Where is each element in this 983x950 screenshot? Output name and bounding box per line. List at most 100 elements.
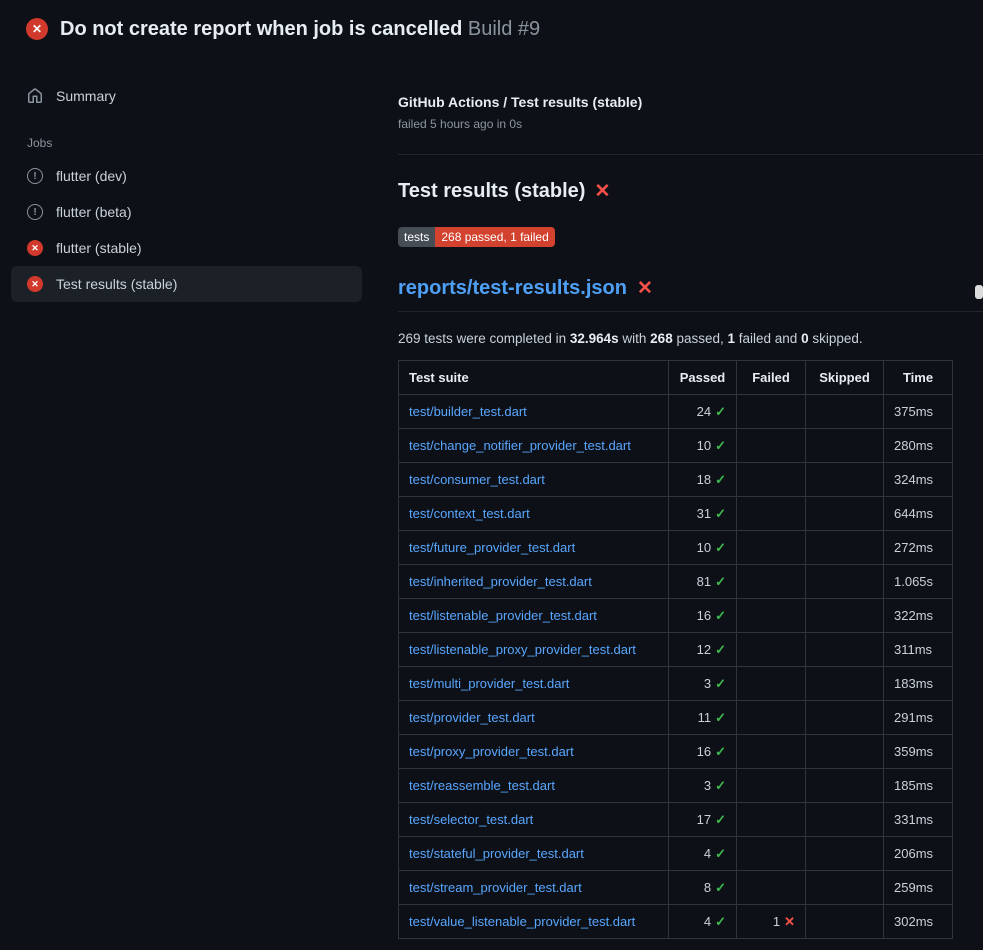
suite-cell: test/listenable_proxy_provider_test.dart <box>399 633 669 667</box>
suite-cell: test/stream_provider_test.dart <box>399 871 669 905</box>
failed-cell <box>737 531 806 565</box>
table-row: test/builder_test.dart24✓375ms <box>399 395 953 429</box>
sidebar-item-flutter-beta[interactable]: ! flutter (beta) <box>11 194 362 230</box>
cancelled-icon: ! <box>27 204 43 220</box>
col-header-skipped: Skipped <box>806 361 884 395</box>
check-icon: ✓ <box>715 676 726 691</box>
suite-link[interactable]: test/stateful_provider_test.dart <box>409 846 584 861</box>
skipped-cell <box>806 395 884 429</box>
table-row: test/future_provider_test.dart 10 ✓ 272ms <box>399 531 953 565</box>
badge-value: 268 passed, 1 failed <box>435 227 554 247</box>
time-cell: 291ms <box>884 701 953 735</box>
suite-link[interactable]: test/multi_provider_test.dart <box>409 676 569 691</box>
table-row: test/stream_provider_test.dart8✓259ms <box>399 871 953 905</box>
passed-cell: 4✓ <box>669 905 737 939</box>
suite-cell: test/context_test.dart <box>399 497 669 531</box>
check-icon: ✓ <box>715 846 726 861</box>
suite-link[interactable]: test/stream_provider_test.dart <box>409 880 582 895</box>
passed-cell: 12 ✓ <box>669 633 737 667</box>
check-icon: ✓ <box>715 642 726 657</box>
page-title: Do not create report when job is cancell… <box>60 17 540 41</box>
col-header-suite: Test suite <box>399 361 669 395</box>
sidebar-item-label: Summary <box>56 88 116 104</box>
passed-cell-count: 18 <box>697 472 711 487</box>
skipped-cell <box>806 735 884 769</box>
passed-cell-count: 4 <box>704 914 711 929</box>
sidebar-item-label: flutter (stable) <box>56 240 142 256</box>
suite-link[interactable]: test/selector_test.dart <box>409 812 533 827</box>
cross-icon: ✕ <box>784 914 795 929</box>
check-icon: ✓ <box>715 472 726 487</box>
suite-link[interactable]: test/context_test.dart <box>409 506 530 521</box>
check-icon: ✓ <box>715 438 726 453</box>
results-table-body: test/builder_test.dart24✓375mstest/chang… <box>399 395 953 939</box>
scrollbar-thumb[interactable] <box>975 285 983 299</box>
report-title: reports/test-results.json ✕ <box>398 277 983 312</box>
suite-link[interactable]: test/reassemble_test.dart <box>409 778 555 793</box>
failed-cell <box>737 735 806 769</box>
suite-cell: test/change_notifier_provider_test.dart <box>399 429 669 463</box>
passed-cell: 16✓ <box>669 735 737 769</box>
failed-cell <box>737 599 806 633</box>
table-row: test/reassemble_test.dart3✓185ms <box>399 769 953 803</box>
failed-x-icon: ✕ <box>637 279 653 298</box>
passed-cell-count: 12 <box>697 642 711 657</box>
run-header: ✕ Do not create report when job is cance… <box>0 0 983 54</box>
sidebar-item-flutter-stable[interactable]: ✕ flutter (stable) <box>11 230 362 266</box>
skipped-cell <box>806 463 884 497</box>
time-cell: 259ms <box>884 871 953 905</box>
failed-cell <box>737 837 806 871</box>
skipped-cell <box>806 633 884 667</box>
report-link[interactable]: reports/test-results.json <box>398 277 627 300</box>
section-title-text: Test results (stable) <box>398 180 585 203</box>
suite-cell: test/value_listenable_provider_test.dart <box>399 905 669 939</box>
suite-link[interactable]: test/future_provider_test.dart <box>409 540 575 555</box>
suite-cell: test/listenable_provider_test.dart <box>399 599 669 633</box>
time-cell: 331ms <box>884 803 953 837</box>
table-row: test/stateful_provider_test.dart4✓206ms <box>399 837 953 871</box>
table-row: test/proxy_provider_test.dart16✓359ms <box>399 735 953 769</box>
sidebar-item-flutter-dev[interactable]: ! flutter (dev) <box>11 158 362 194</box>
jobs-heading: Jobs <box>11 114 362 158</box>
passed-cell: 10 ✓ <box>669 531 737 565</box>
summary-duration: 32.964s <box>570 331 619 346</box>
check-icon: ✓ <box>715 404 726 419</box>
table-row: test/consumer_test.dart18✓324ms <box>399 463 953 497</box>
failed-cell <box>737 463 806 497</box>
skipped-cell <box>806 871 884 905</box>
time-cell: 322ms <box>884 599 953 633</box>
check-icon: ✓ <box>715 540 726 555</box>
sidebar-item-summary[interactable]: Summary <box>11 78 362 114</box>
suite-cell: test/consumer_test.dart <box>399 463 669 497</box>
passed-cell-count: 16 <box>697 608 711 623</box>
passed-cell: 81✓ <box>669 565 737 599</box>
skipped-cell <box>806 599 884 633</box>
passed-cell: 3✓ <box>669 667 737 701</box>
time-cell: 272ms <box>884 531 953 565</box>
suite-link[interactable]: test/inherited_provider_test.dart <box>409 574 592 589</box>
suite-link[interactable]: test/proxy_provider_test.dart <box>409 744 574 759</box>
col-header-time: Time <box>884 361 953 395</box>
suite-link[interactable]: test/consumer_test.dart <box>409 472 545 487</box>
time-cell: 375ms <box>884 395 953 429</box>
sidebar-item-label: flutter (dev) <box>56 168 127 184</box>
suite-link[interactable]: test/change_notifier_provider_test.dart <box>409 438 631 453</box>
skipped-cell <box>806 531 884 565</box>
summary-failed: 1 <box>728 331 736 346</box>
failed-cell <box>737 701 806 735</box>
failed-cell <box>737 803 806 837</box>
failed-cell <box>737 667 806 701</box>
suite-link[interactable]: test/listenable_provider_test.dart <box>409 608 597 623</box>
suite-link[interactable]: test/provider_test.dart <box>409 710 535 725</box>
check-icon: ✓ <box>715 574 726 589</box>
suite-link[interactable]: test/listenable_proxy_provider_test.dart <box>409 642 636 657</box>
breadcrumb[interactable]: GitHub Actions / Test results (stable) <box>398 94 983 110</box>
skipped-cell <box>806 837 884 871</box>
section-title: Test results (stable) ✕ <box>398 180 983 203</box>
sidebar-item-test-results-stable[interactable]: ✕ Test results (stable) <box>11 266 362 302</box>
suite-link[interactable]: test/value_listenable_provider_test.dart <box>409 914 635 929</box>
passed-cell-count: 10 <box>697 540 711 555</box>
failed-cell <box>737 429 806 463</box>
suite-link[interactable]: test/builder_test.dart <box>409 404 527 419</box>
check-icon: ✓ <box>715 880 726 895</box>
